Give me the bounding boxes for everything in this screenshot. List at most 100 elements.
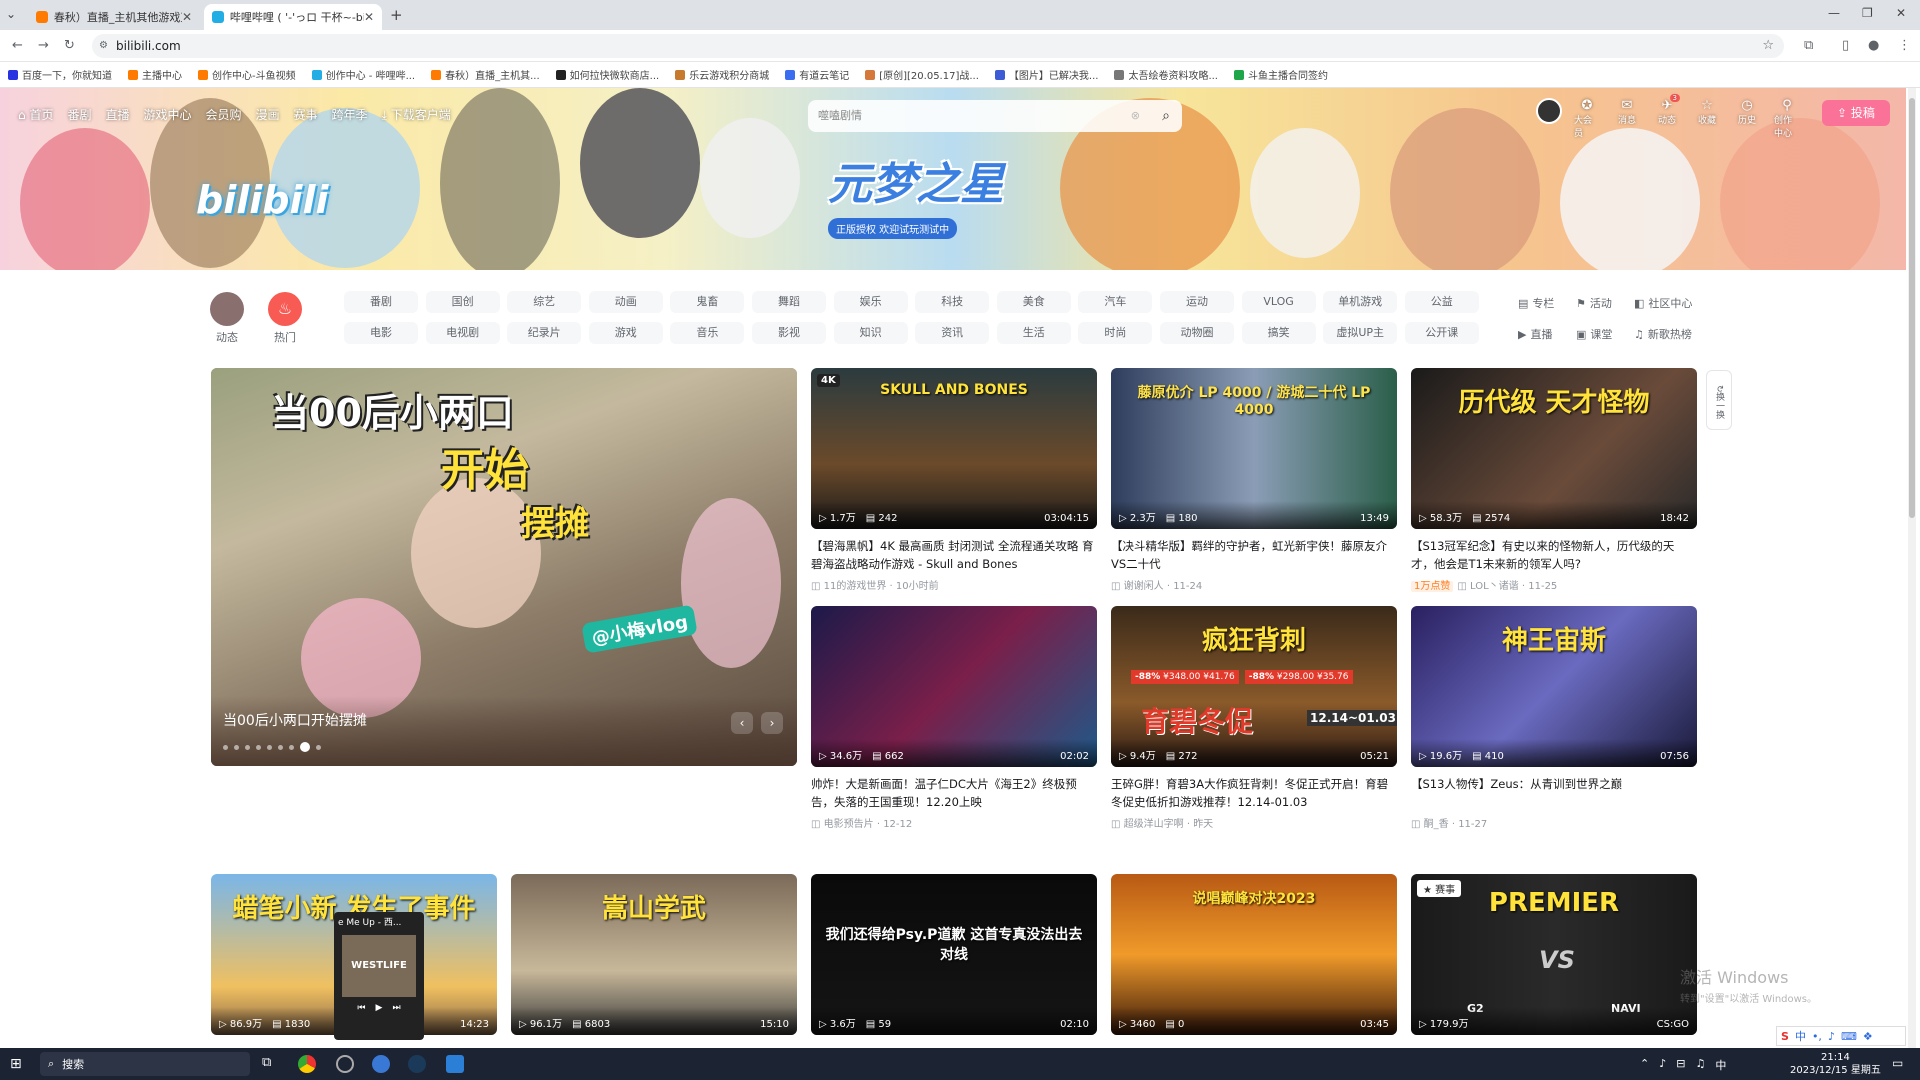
mini-player[interactable]: e Me Up - 西... WESTLIFE ⏮ ▶ ⏭ [334, 912, 424, 1040]
carousel-dot[interactable] [267, 744, 272, 750]
back-icon[interactable]: ← [12, 38, 23, 53]
hero-carousel[interactable]: 当00后小两口 开始 摆摊 @小梅vlog 当00后小两口开始摆摊 ‹ › [211, 368, 797, 766]
video-meta[interactable]: 1万点赞 ◫ LOL丶诸谐 · 11-25 [1411, 577, 1697, 592]
tab-search-icon[interactable]: ⌄ [6, 7, 16, 21]
carousel-title[interactable]: 当00后小两口开始摆摊 [223, 710, 367, 730]
profile-icon[interactable]: ● [1868, 38, 1879, 53]
video-card[interactable]: 我们还得给Psy.P道歉 这首专真没法出去对线 ▷ 3.6万 ▤ 59 02:10 [811, 874, 1097, 1035]
video-card[interactable]: PREMIER★ 赛事G2VSNAVI▷ 179.9万CS:GO [1411, 874, 1697, 1035]
nav-new-year[interactable]: 跨年季 [332, 106, 368, 123]
video-title[interactable]: 【碧海黑帆】4K 最高画质 封闭测试 全流程通关攻略 育碧海盗战略动作游戏 - … [811, 537, 1097, 573]
video-card[interactable]: 神王宙斯 ▷ 19.6万 ▤ 410 07:56 【S13人物传】Zeus：从青训到世界… [1411, 606, 1697, 830]
network-icon[interactable]: ⊟ [1676, 1057, 1685, 1073]
volume-icon[interactable]: ♫ [1695, 1057, 1705, 1073]
prev-track-icon[interactable]: ⏮ [357, 1003, 365, 1013]
channel-chip[interactable]: 时尚 [1078, 322, 1153, 344]
close-icon[interactable]: ✕ [364, 10, 374, 24]
side-link-class[interactable]: ▣ 课堂 [1576, 326, 1612, 342]
bookmark-item[interactable]: 春秋）直播_主机其... [431, 67, 540, 82]
video-thumbnail[interactable]: 藤原优介 LP 4000 / 游城二十代 LP 4000 ▷ 2.3万 ▤ 180 1… [1111, 368, 1397, 529]
channel-chip[interactable]: 国创 [425, 291, 500, 313]
carousel-dot[interactable] [289, 744, 294, 750]
video-meta[interactable]: ◫ 电影预告片 · 12-12 [811, 815, 1097, 830]
video-card[interactable]: 嵩山学武 ▷ 96.1万 ▤ 6803 15:10 [511, 874, 797, 1035]
bookmark-item[interactable]: 如何拉快微软商店... [555, 67, 659, 82]
video-meta[interactable]: ◫ 超级洋山字啊 · 昨天 [1111, 815, 1397, 830]
bookmark-item[interactable]: 有道云笔记 [785, 67, 849, 82]
search-icon[interactable]: ⌕ [1162, 100, 1170, 132]
channel-chip[interactable]: 番剧 [344, 291, 418, 313]
minimize-icon[interactable]: — [1828, 6, 1840, 20]
chevron-up-icon[interactable]: ⌃ [1640, 1057, 1649, 1073]
hot-entry[interactable]: ♨ 热门 [268, 292, 302, 345]
video-title[interactable]: 【S13冠军纪念】有史以来的怪物新人，历代级的天才，他会是T1未来新的领军人吗? [1411, 537, 1697, 573]
browser-tab-1[interactable]: 春秋）直播_主机其他游戏直播... ✕ [28, 4, 200, 30]
side-link-column[interactable]: ▤ 专栏 [1518, 295, 1554, 311]
video-thumbnail[interactable]: 历代级 天才怪物 ▷ 58.3万 ▤ 2574 18:42 [1411, 368, 1697, 529]
steam-taskbar-icon[interactable] [408, 1055, 426, 1073]
upload-button[interactable]: ⇪ 投稿 [1822, 100, 1890, 126]
channel-chip[interactable]: VLOG [1241, 291, 1316, 313]
carousel-dot[interactable] [245, 744, 250, 750]
channel-chip[interactable]: 鬼畜 [670, 291, 745, 313]
video-thumbnail[interactable]: 嵩山学武 ▷ 96.1万 ▤ 6803 15:10 [511, 874, 797, 1035]
task-view-icon[interactable]: ⧉ [262, 1055, 271, 1070]
video-thumbnail[interactable]: 神王宙斯 ▷ 19.6万 ▤ 410 07:56 [1411, 606, 1697, 767]
ime-tray[interactable]: 中 [1715, 1057, 1726, 1073]
bookmark-item[interactable]: 斗鱼主播合同签约 [1234, 67, 1328, 82]
video-meta[interactable]: ◫ 酮_香 · 11-27 [1411, 815, 1697, 830]
scrollbar-thumb[interactable] [1909, 98, 1915, 518]
side-link-activity[interactable]: ⚑ 活动 [1576, 295, 1612, 311]
carousel-dot[interactable] [278, 744, 283, 750]
ime-toolbar[interactable]: S 中 •, ♪ ⌨ ❖ [1776, 1026, 1906, 1046]
url-input[interactable]: ⚙ bilibili.com ☆ [92, 34, 1784, 58]
nav-download-client[interactable]: ⤓ 下载客户端 [382, 106, 451, 123]
channel-chip[interactable]: 音乐 [670, 322, 745, 344]
forward-icon[interactable]: → [38, 38, 49, 53]
dynamic-entry[interactable]: 动态 [210, 292, 244, 345]
channel-chip[interactable]: 公益 [1404, 291, 1479, 313]
video-title[interactable]: 【S13人物传】Zeus：从青训到世界之巅 [1411, 775, 1697, 811]
bookmark-item[interactable]: 乐云游戏积分商城 [675, 67, 769, 82]
clear-icon[interactable]: ⊗ [1131, 100, 1140, 132]
new-tab-button[interactable]: + [390, 6, 403, 24]
video-thumbnail[interactable]: 说唱巅峰对决2023 ▷ 3460 ▤ 0 03:45 [1111, 874, 1397, 1035]
refresh-button[interactable]: ↻ 换一换 [1706, 370, 1732, 430]
side-link-live[interactable]: ▶ 直播 [1518, 326, 1552, 342]
nav-esports[interactable]: 赛事 [294, 106, 318, 123]
channel-chip[interactable]: 汽车 [1078, 291, 1153, 313]
video-thumbnail[interactable]: 疯狂背刺 -88% ¥348.00 ¥41.76 -88% ¥298.00 ¥35.… [1111, 606, 1397, 767]
channel-chip[interactable]: 游戏 [588, 322, 663, 344]
creator-center-link[interactable]: ⚲ 创作中心 [1774, 98, 1800, 139]
game-logo[interactable]: 元梦之星 正版授权 欢迎试玩测试中 [828, 148, 1028, 258]
carousel-dot[interactable] [256, 744, 261, 750]
page-scrollbar[interactable] [1908, 88, 1916, 1048]
vip-link[interactable]: ✪ 大会员 [1574, 98, 1600, 139]
carousel-dot[interactable] [300, 742, 310, 752]
bookmark-item[interactable]: 创作中心 - 哔哩哔... [311, 67, 415, 82]
nav-live[interactable]: 直播 [105, 106, 129, 123]
channel-chip[interactable]: 综艺 [507, 291, 582, 313]
carousel-prev-button[interactable]: ‹ [731, 712, 753, 734]
channel-chip[interactable]: 运动 [1160, 291, 1234, 313]
video-card[interactable]: 历代级 天才怪物 ▷ 58.3万 ▤ 2574 18:42 【S13冠军纪念】有史以来的… [1411, 368, 1697, 592]
video-title[interactable]: 王碎G胖！育碧3A大作疯狂背刺！冬促正式开启！育碧冬促史低折扣游戏推荐！12.1… [1111, 775, 1397, 811]
bookmark-item[interactable]: 创作中心-斗鱼视频 [198, 67, 296, 82]
video-card[interactable]: ▷ 34.6万 ▤ 662 02:02 帅炸！大是新画面！温子仁DC大片《海王2》终极… [811, 606, 1097, 830]
sidebar-icon[interactable]: ▯ [1842, 38, 1849, 53]
channel-chip[interactable]: 纪录片 [507, 322, 582, 344]
nav-mall[interactable]: 会员购 [206, 106, 242, 123]
side-link-music[interactable]: ♫ 新歌热榜 [1634, 326, 1692, 342]
message-link[interactable]: ✉ 消息 [1614, 98, 1640, 139]
video-thumbnail[interactable]: SKULL AND BONES 4K ▷ 1.7万 ▤ 242 03:04:15 [811, 368, 1097, 529]
history-link[interactable]: ◷ 历史 [1734, 98, 1760, 139]
carousel-dot[interactable] [234, 744, 239, 750]
bilibili-logo[interactable]: bilibili [196, 178, 329, 222]
clock[interactable]: 21:14 2023/12/15 星期五 [1790, 1051, 1881, 1077]
channel-chip[interactable]: 影视 [752, 322, 826, 344]
channel-chip[interactable]: 资讯 [915, 322, 990, 344]
favorites-link[interactable]: ☆ 收藏 [1694, 98, 1720, 139]
video-thumbnail[interactable]: 我们还得给Psy.P道歉 这首专真没法出去对线 ▷ 3.6万 ▤ 59 02:10 [811, 874, 1097, 1035]
channel-chip[interactable]: 舞蹈 [752, 291, 826, 313]
bookmark-item[interactable]: 【图片】已解决我... [994, 67, 1098, 82]
